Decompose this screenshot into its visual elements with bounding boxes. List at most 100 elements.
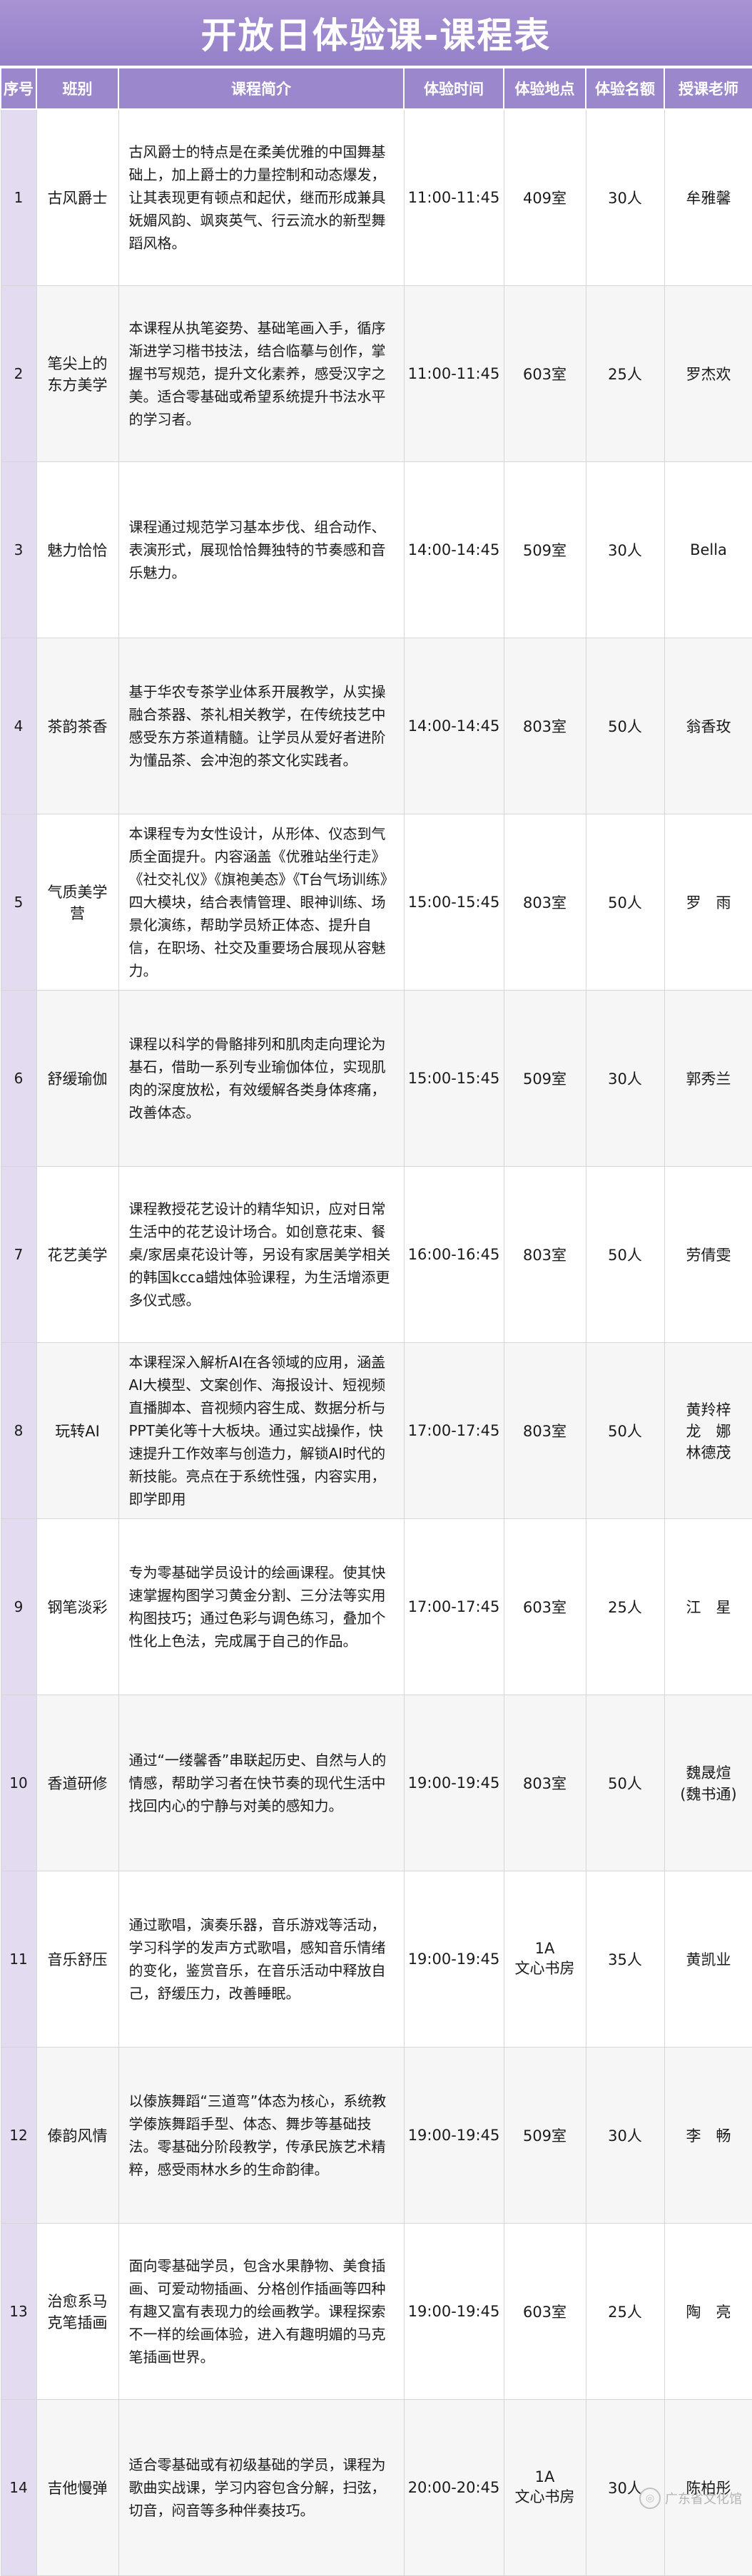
cell-time: 16:00-16:45 [403, 1166, 504, 1343]
cell-time: 15:00-15:45 [403, 814, 504, 991]
cell-no: 3 [0, 461, 37, 638]
cell-intro: 课程教授花艺设计的精华知识，应对日常生活中的花艺设计场合。如创意花束、餐桌/家居… [118, 1166, 405, 1343]
cell-no: 8 [0, 1342, 37, 1519]
cell-quota: 50人 [585, 1695, 665, 1871]
cell-no: 12 [0, 2047, 37, 2224]
cell-place: 1A 文心书房 [503, 2399, 586, 2576]
cell-intro: 课程通过规范学习基本步伐、组合动作、表演形式，展现恰恰舞独特的节奏感和音乐魅力。 [118, 461, 405, 638]
col-header-no: 序号 [0, 67, 37, 110]
cell-class-name: 傣韵风情 [36, 2047, 119, 2224]
col-header-time: 体验时间 [403, 67, 504, 110]
table-row: 6 舒缓瑜伽 课程以科学的骨骼排列和肌肉走向理论为基石，借助一系列专业瑜伽体位，实现… [0, 990, 752, 1167]
cell-class-name: 玩转AI [36, 1342, 119, 1519]
table-row: 1 古风爵士 古风爵士的特点是在柔美优雅的中国舞基础上，加上爵士的力量控制和动态爆发… [0, 108, 752, 286]
header-row: 序号 班别 课程简介 体验时间 体验地点 体验名额 授课老师 [0, 67, 752, 110]
cell-teacher: 黄凯业 [664, 1871, 752, 2048]
table-row: 2 笔尖上的东方美学 本课程从执笔姿势、基础笔画入手，循序渐进学习楷书技法，结合临摹… [0, 285, 752, 462]
cell-quota: 50人 [585, 1342, 665, 1519]
cell-time: 11:00-11:45 [403, 108, 504, 286]
cell-quota: 30人 [585, 990, 665, 1167]
table-row: 13 治愈系马克笔插画 面向零基础学员，包含水果静物、美食插画、可爱动物插画、分格创… [0, 2223, 752, 2400]
cell-time: 19:00-19:45 [403, 2047, 504, 2224]
cell-time: 11:00-11:45 [403, 285, 504, 462]
cell-class-name: 香道研修 [36, 1695, 119, 1871]
cell-quota: 50人 [585, 814, 665, 991]
cell-time: 17:00-17:45 [403, 1342, 504, 1519]
cell-class-name: 笔尖上的东方美学 [36, 285, 119, 462]
cell-place: 509室 [503, 990, 586, 1167]
table-row: 8 玩转AI 本课程深入解析AI在各领域的应用，涵盖AI大模型、文案创作、海报设计、… [0, 1342, 752, 1519]
cell-no: 10 [0, 1695, 37, 1871]
cell-quota: 25人 [585, 1518, 665, 1695]
cell-class-name: 魅力恰恰 [36, 461, 119, 638]
cell-no: 6 [0, 990, 37, 1167]
cell-quota: 50人 [585, 1166, 665, 1343]
cell-place: 603室 [503, 1518, 586, 1695]
cell-time: 19:00-19:45 [403, 1695, 504, 1871]
cell-place: 409室 [503, 108, 586, 286]
gd-culture-logo-icon: ◎ [639, 2488, 661, 2509]
table-row: 11 音乐舒压 通过歌唱，演奏乐器，音乐游戏等活动，学习科学的发声方式歌唱，感知音乐… [0, 1871, 752, 2048]
cell-intro: 适合零基础或有初级基础的学员，课程为歌曲实战课，学习内容包含分解，扫弦，切音，闷… [118, 2399, 405, 2576]
cell-no: 5 [0, 814, 37, 991]
cell-teacher: 劳倩雯 [664, 1166, 752, 1343]
cell-class-name: 茶韵茶香 [36, 638, 119, 814]
cell-place: 803室 [503, 1166, 586, 1343]
cell-place: 803室 [503, 1695, 586, 1871]
cell-intro: 专为零基础学员设计的绘画课程。使其快速掌握构图学习黄金分割、三分法等实用构图技巧… [118, 1518, 405, 1695]
table-row: 4 茶韵茶香 基于华农专茶学业体系开展教学，从实操融合茶器、茶礼相关教学，在传统技艺… [0, 638, 752, 814]
cell-teacher: 罗 雨 [664, 814, 752, 991]
table-row: 5 气质美学营 本课程专为女性设计，从形体、仪态到气质全面提升。内容涵盖《优雅站坐行… [0, 814, 752, 991]
cell-intro: 古风爵士的特点是在柔美优雅的中国舞基础上，加上爵士的力量控制和动态爆发，让其表现… [118, 108, 405, 286]
cell-time: 17:00-17:45 [403, 1518, 504, 1695]
cell-time: 14:00-14:45 [403, 638, 504, 814]
cell-class-name: 治愈系马克笔插画 [36, 2223, 119, 2400]
cell-class-name: 气质美学营 [36, 814, 119, 991]
cell-quota: 50人 [585, 638, 665, 814]
cell-teacher: 陶 亮 [664, 2223, 752, 2400]
cell-class-name: 花艺美学 [36, 1166, 119, 1343]
cell-place: 1A 文心书房 [503, 1871, 586, 2048]
cell-intro: 基于华农专茶学业体系开展教学，从实操融合茶器、茶礼相关教学，在传统技艺中感受东方… [118, 638, 405, 814]
cell-time: 20:00-20:45 [403, 2399, 504, 2576]
cell-no: 14 [0, 2399, 37, 2576]
table-row: 3 魅力恰恰 课程通过规范学习基本步伐、组合动作、表演形式，展现恰恰舞独特的节奏感和… [0, 461, 752, 638]
schedule-table: 序号 班别 课程简介 体验时间 体验地点 体验名额 授课老师 1 古风爵士 古风爵士… [0, 67, 752, 2576]
cell-teacher: 牟雅馨 [664, 108, 752, 286]
page-title: 开放日体验课-课程表 [200, 15, 552, 56]
cell-teacher: 魏晟煊 (魏书通) [664, 1695, 752, 1871]
cell-place: 803室 [503, 814, 586, 991]
cell-teacher: 李 畅 [664, 2047, 752, 2224]
cell-time: 19:00-19:45 [403, 2223, 504, 2400]
cell-no: 11 [0, 1871, 37, 2048]
cell-place: 603室 [503, 285, 586, 462]
cell-no: 4 [0, 638, 37, 814]
cell-teacher: Bella [664, 461, 752, 638]
cell-place: 603室 [503, 2223, 586, 2400]
cell-intro: 通过歌唱，演奏乐器，音乐游戏等活动，学习科学的发声方式歌唱，感知音乐情绪的变化，… [118, 1871, 405, 2048]
cell-intro: 本课程专为女性设计，从形体、仪态到气质全面提升。内容涵盖《优雅站坐行走》《社交礼… [118, 814, 405, 991]
cell-class-name: 吉他慢弹 [36, 2399, 119, 2576]
cell-teacher: 翁香玫 [664, 638, 752, 814]
cell-no: 7 [0, 1166, 37, 1343]
cell-place: 803室 [503, 1342, 586, 1519]
cell-place: 509室 [503, 2047, 586, 2224]
cell-no: 1 [0, 108, 37, 286]
cell-place: 509室 [503, 461, 586, 638]
cell-intro: 通过“一缕馨香”串联起历史、自然与人的情感，帮助学习者在快节奏的现代生活中找回内… [118, 1695, 405, 1871]
cell-teacher: 罗杰欢 [664, 285, 752, 462]
col-header-place: 体验地点 [503, 67, 586, 110]
cell-no: 2 [0, 285, 37, 462]
cell-time: 19:00-19:45 [403, 1871, 504, 2048]
cell-teacher: 黄羚梓龙 娜林德茂 [664, 1342, 752, 1519]
cell-intro: 本课程深入解析AI在各领域的应用，涵盖AI大模型、文案创作、海报设计、短视频直播… [118, 1342, 405, 1519]
col-header-class: 班别 [36, 67, 119, 110]
col-header-teacher: 授课老师 [664, 67, 752, 110]
cell-no: 9 [0, 1518, 37, 1695]
cell-quota: 30人 [585, 461, 665, 638]
col-header-quota: 体验名额 [585, 67, 665, 110]
cell-intro: 以傣族舞蹈“三道弯”体态为核心，系统教学傣族舞蹈手型、体态、舞步等基础技法。零基… [118, 2047, 405, 2224]
cell-intro: 课程以科学的骨骼排列和肌肉走向理论为基石，借助一系列专业瑜伽体位，实现肌肉的深度… [118, 990, 405, 1167]
cell-intro: 面向零基础学员，包含水果静物、美食插画、可爱动物插画、分格创作插画等四种有趣又富… [118, 2223, 405, 2400]
cell-place: 803室 [503, 638, 586, 814]
